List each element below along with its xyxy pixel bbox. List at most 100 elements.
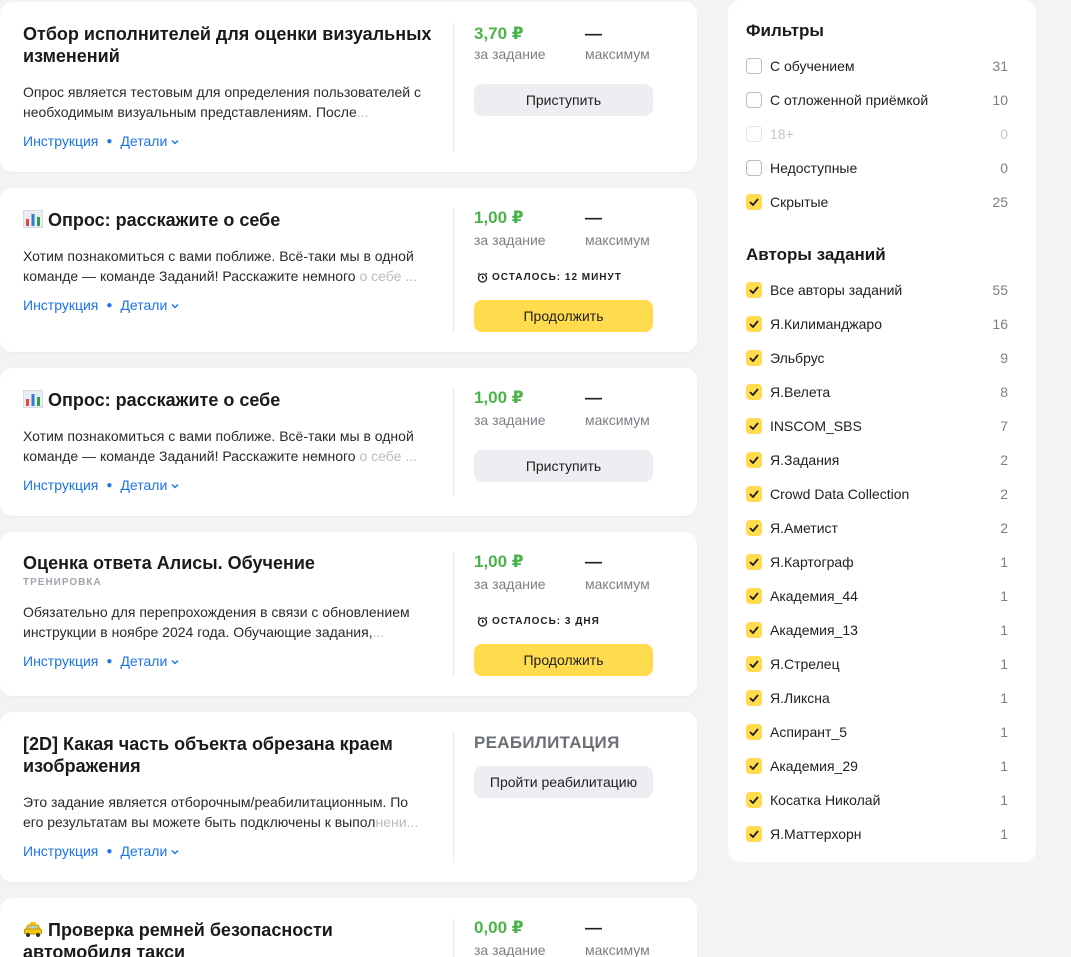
- checkbox-checked[interactable]: [746, 194, 762, 210]
- checkbox-checked[interactable]: [746, 554, 762, 570]
- author-row[interactable]: Академия_44 1: [746, 586, 1008, 606]
- task-title[interactable]: Отбор исполнителей для оценки визуальных…: [23, 23, 443, 67]
- author-row[interactable]: Crowd Data Collection 2: [746, 484, 1008, 504]
- author-row[interactable]: INSCOM_SBS 7: [746, 416, 1008, 436]
- checkbox-checked[interactable]: [746, 690, 762, 706]
- task-description: Это задание является отборочным/реабилит…: [23, 794, 419, 830]
- author-label: Я.Маттерхорн: [770, 826, 862, 842]
- author-row[interactable]: Аспирант_5 1: [746, 722, 1008, 742]
- author-count: 55: [992, 282, 1008, 298]
- task-card[interactable]: Проверка ремней безопасности автомобиля …: [0, 898, 697, 957]
- max-value: —: [585, 208, 602, 227]
- author-row[interactable]: Я.Ликсна 1: [746, 688, 1008, 708]
- details-link[interactable]: Детали: [120, 133, 179, 149]
- filter-row[interactable]: Скрытые 25: [746, 192, 1008, 212]
- checkbox-checked[interactable]: [746, 452, 762, 468]
- divider: [453, 388, 454, 496]
- alarm-clock-icon: [477, 616, 488, 627]
- continue-button[interactable]: Продолжить: [474, 300, 653, 332]
- author-row[interactable]: Я.Задания 2: [746, 450, 1008, 470]
- author-row[interactable]: Эльбрус 9: [746, 348, 1008, 368]
- filter-row[interactable]: Недоступные 0: [746, 158, 1008, 178]
- author-label: INSCOM_SBS: [770, 418, 862, 434]
- checkbox-checked[interactable]: [746, 316, 762, 332]
- rehabilitation-button[interactable]: Пройти реабилитацию: [474, 766, 653, 798]
- checkbox-checked[interactable]: [746, 656, 762, 672]
- separator-dot: ●: [106, 845, 113, 857]
- task-description: Хотим познакомиться с вами поближе. Всё-…: [23, 248, 417, 284]
- task-title[interactable]: Опрос: расскажите о себе: [23, 209, 443, 231]
- checkbox-checked[interactable]: [746, 622, 762, 638]
- details-link[interactable]: Детали: [120, 653, 179, 669]
- chevron-down-icon: [171, 484, 179, 489]
- alarm-clock-icon: [477, 272, 488, 283]
- task-card[interactable]: Опрос: расскажите о себе Хотим познакоми…: [0, 368, 697, 516]
- divider: [453, 732, 454, 862]
- author-row[interactable]: Академия_29 1: [746, 756, 1008, 776]
- details-link[interactable]: Детали: [120, 297, 179, 313]
- checkbox[interactable]: [746, 160, 762, 176]
- task-card[interactable]: Отбор исполнителей для оценки визуальных…: [0, 2, 697, 172]
- checkbox: [746, 126, 762, 142]
- task-card[interactable]: Оценка ответа Алисы. Обучение ТРЕНИРОВКА…: [0, 532, 697, 696]
- task-card[interactable]: Опрос: расскажите о себе Хотим познакоми…: [0, 188, 697, 352]
- checkbox-checked[interactable]: [746, 792, 762, 808]
- details-link[interactable]: Детали: [120, 843, 179, 859]
- checkbox-checked[interactable]: [746, 418, 762, 434]
- instruction-link[interactable]: Инструкция: [23, 297, 98, 313]
- filter-row[interactable]: С обучением 31: [746, 56, 1008, 76]
- checkbox-checked[interactable]: [746, 724, 762, 740]
- task-title[interactable]: [2D] Какая часть объекта обрезана краем …: [23, 733, 443, 777]
- task-title[interactable]: Оценка ответа Алисы. Обучение: [23, 552, 443, 574]
- separator-dot: ●: [106, 479, 113, 491]
- time-remaining: ОСТАЛОСЬ: 3 ДНЯ: [477, 616, 600, 627]
- chevron-down-icon: [171, 660, 179, 665]
- filter-label: 18+: [770, 126, 794, 142]
- task-links: Инструкция ● Детали: [23, 843, 179, 859]
- details-link[interactable]: Детали: [120, 477, 179, 493]
- checkbox[interactable]: [746, 92, 762, 108]
- continue-button[interactable]: Продолжить: [474, 644, 653, 676]
- checkbox-checked[interactable]: [746, 758, 762, 774]
- max-label: максимум: [585, 942, 650, 957]
- checkbox-checked[interactable]: [746, 282, 762, 298]
- instruction-link[interactable]: Инструкция: [23, 653, 98, 669]
- start-button[interactable]: Приступить: [474, 450, 653, 482]
- instruction-link[interactable]: Инструкция: [23, 133, 98, 149]
- task-card[interactable]: [2D] Какая часть объекта обрезана краем …: [0, 712, 697, 882]
- author-label: Академия_29: [770, 758, 858, 774]
- author-label: Я.Аметист: [770, 520, 838, 536]
- task-title[interactable]: Опрос: расскажите о себе: [23, 389, 443, 411]
- bar-chart-icon: [23, 210, 43, 228]
- task-title[interactable]: Проверка ремней безопасности автомобиля …: [23, 919, 443, 957]
- divider: [453, 552, 454, 676]
- checkbox-checked[interactable]: [746, 384, 762, 400]
- author-count: 9: [1000, 350, 1008, 366]
- checkbox-checked[interactable]: [746, 826, 762, 842]
- checkbox-checked[interactable]: [746, 588, 762, 604]
- start-button[interactable]: Приступить: [474, 84, 653, 116]
- filter-label: Скрытые: [770, 194, 829, 210]
- filter-row[interactable]: С отложенной приёмкой 10: [746, 90, 1008, 110]
- author-row[interactable]: Академия_13 1: [746, 620, 1008, 640]
- author-row[interactable]: Я.Велета 8: [746, 382, 1008, 402]
- author-row[interactable]: Я.Аметист 2: [746, 518, 1008, 538]
- author-row[interactable]: Все авторы заданий 55: [746, 280, 1008, 300]
- author-row[interactable]: Я.Картограф 1: [746, 552, 1008, 572]
- checkbox[interactable]: [746, 58, 762, 74]
- author-row[interactable]: Я.Стрелец 1: [746, 654, 1008, 674]
- author-count: 1: [1000, 826, 1008, 842]
- author-row[interactable]: Косатка Николай 1: [746, 790, 1008, 810]
- instruction-link[interactable]: Инструкция: [23, 843, 98, 859]
- max-label: максимум: [585, 46, 650, 62]
- checkbox-checked[interactable]: [746, 520, 762, 536]
- author-row[interactable]: Я.Маттерхорн 1: [746, 824, 1008, 844]
- instruction-link[interactable]: Инструкция: [23, 477, 98, 493]
- filter-row: 18+ 0: [746, 124, 1008, 144]
- checkbox-checked[interactable]: [746, 350, 762, 366]
- checkbox-checked[interactable]: [746, 486, 762, 502]
- author-row[interactable]: Я.Килиманджаро 16: [746, 314, 1008, 334]
- author-count: 1: [1000, 588, 1008, 604]
- price-label: за задание: [474, 232, 546, 248]
- price: 1,00 ₽: [474, 208, 524, 227]
